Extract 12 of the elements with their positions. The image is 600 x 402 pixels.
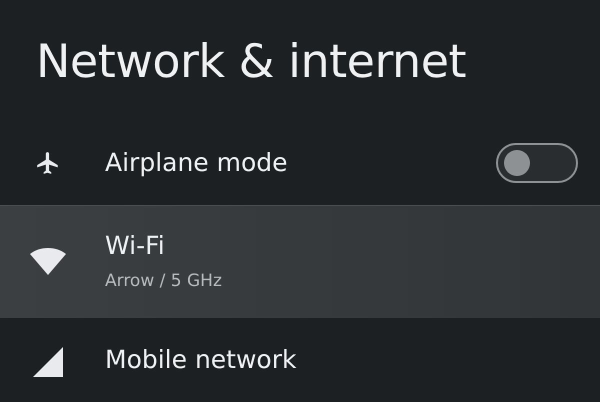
settings-row[interactable]: Wi-Fi Arrow / 5 GHz — [0, 205, 600, 318]
settings-row[interactable]: Airplane mode — [0, 120, 600, 205]
signal-icon — [32, 347, 62, 377]
row-label: Mobile network — [105, 344, 298, 376]
row-subtitle: Arrow / 5 GHz — [105, 270, 223, 293]
row-label: Airplane mode — [105, 146, 289, 178]
settings-row[interactable]: Mobile network — [0, 318, 600, 402]
airplane-icon — [34, 150, 60, 176]
toggle-switch[interactable] — [496, 142, 578, 182]
page-title: Network & internet — [36, 38, 466, 84]
wifi-icon — [30, 248, 66, 276]
row-label: Wi-Fi — [105, 230, 166, 261]
